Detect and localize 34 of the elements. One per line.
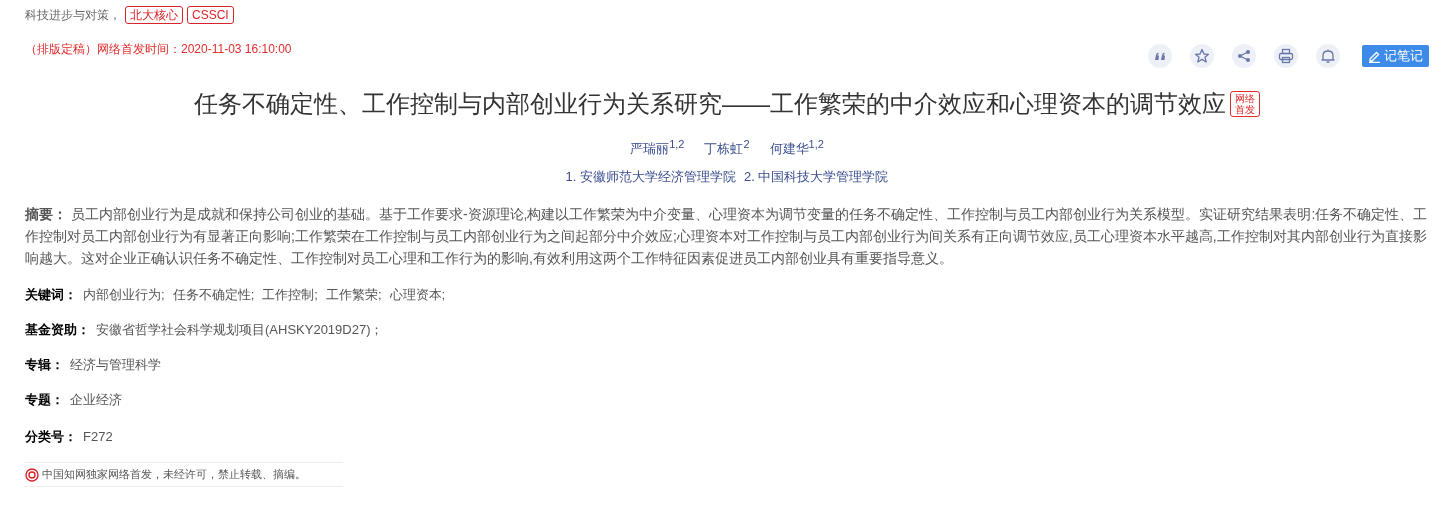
- field-link[interactable]: 任务不确定性;: [172, 286, 255, 305]
- note-button[interactable]: 记笔记: [1362, 45, 1429, 67]
- article-title: 任务不确定性、工作控制与内部创业行为关系研究——工作繁荣的中介效应和心理资本的调节效应: [194, 89, 1226, 119]
- index-tag: CSSCI: [187, 6, 234, 24]
- quote-icon[interactable]: [1148, 44, 1172, 68]
- affiliation-link[interactable]: 1. 安徽师范大学经济管理学院: [565, 168, 736, 187]
- field-link[interactable]: 工作控制;: [262, 286, 318, 305]
- field-label: 专题：: [25, 391, 64, 410]
- field-link[interactable]: 内部创业行为;: [83, 286, 165, 305]
- field-link[interactable]: 经济与管理科学: [70, 356, 161, 375]
- author-link[interactable]: 何建华$^{1,2}$: [769, 138, 824, 159]
- field-label: 分类号：: [25, 428, 77, 447]
- field-link[interactable]: 工作繁荣;: [325, 286, 382, 305]
- pencil-icon: [1368, 49, 1381, 63]
- printer-icon[interactable]: [1274, 44, 1298, 68]
- affiliation-link[interactable]: 2. 中国科技大学管理学院: [744, 168, 889, 187]
- online-first-badge: 网络首发: [1230, 91, 1260, 117]
- author-link[interactable]: 严瑞丽$^{1,2}$: [630, 138, 685, 159]
- field-value: F272: [83, 428, 113, 447]
- field-label: 关键词：: [25, 286, 77, 305]
- field-link[interactable]: 安徽省哲学社会科学规划项目(AHSKY2019D27)；: [96, 321, 384, 340]
- field-label: 专辑：: [25, 356, 64, 375]
- field-label: 基金资助：: [25, 321, 90, 340]
- field-link[interactable]: 企业经济: [70, 391, 122, 410]
- abstract-text: 摘要： 员工内部创业行为是成就和保持公司创业的基础。基于工作要求-资源理论,构建以工作繁荣为中介变量、心理资本为调节变量的任务不确定性、工作控制与员工内部创业行为关系模型。实证研究结果表明:任务不确定性、工作控制对员工内部创业行为有显著正向影响;工作繁荣在工作控制与员工内部创业行为之间起部分中介效应;心理资本对工作控制与员工内部创业行为间关系有正向调节效应,员工心理资本水平越高,工作控制对其内部创业行为直接影响越大。这对企业正确认识任务不确定性、工作控制对员工心理和工作行为的影响,有效利用这两个工作特征因素促进员工内部创业具有重要指导意义。: [25, 205, 1429, 269]
- index-tag: 北大核心: [125, 6, 183, 24]
- bell-icon[interactable]: [1316, 44, 1340, 68]
- target-icon: [25, 467, 39, 482]
- author-link[interactable]: 丁栋虹$^{2}$: [704, 138, 750, 159]
- field-link[interactable]: 心理资本;: [389, 286, 446, 305]
- copyright-notice: 中国知网独家网络首发，未经许可，禁止转载、摘编。: [42, 467, 306, 483]
- journal-name[interactable]: 科技进步与对策，: [25, 6, 121, 24]
- share-icon[interactable]: [1232, 44, 1256, 68]
- publish-time: （排版定稿）网络首发时间：2020-11-03 16:10:00: [25, 40, 292, 58]
